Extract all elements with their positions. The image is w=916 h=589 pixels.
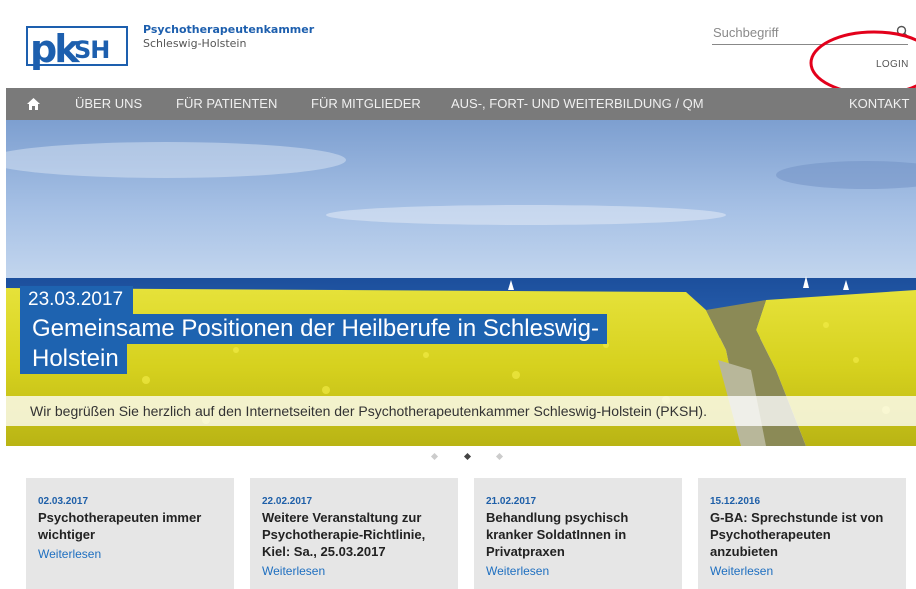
hero-title-text[interactable]: Gemeinsame Positionen der Heilberufe in … bbox=[20, 314, 607, 374]
site-header: pk SH Psychotherapeutenkammer Schleswig-… bbox=[0, 0, 916, 88]
login-link[interactable]: LOGIN bbox=[876, 59, 909, 70]
hero-slider[interactable]: 23.03.2017 Gemeinsame Positionen der Hei… bbox=[6, 120, 916, 446]
pksh-logo[interactable]: pk SH bbox=[26, 22, 128, 70]
read-more-link[interactable]: Weiterlesen bbox=[710, 564, 894, 578]
org-region: Schleswig-Holstein bbox=[143, 37, 247, 50]
news-date: 15.12.2016 bbox=[710, 496, 761, 507]
nav-item-weiterbildung[interactable]: AUS-, FORT- UND WEITERBILDUNG / QM bbox=[451, 88, 704, 120]
hero-caption: Wir begrüßen Sie herzlich auf den Intern… bbox=[6, 396, 916, 426]
svg-text:pk: pk bbox=[30, 27, 80, 70]
news-card: 15.12.2016 G-BA: Sprechstunde ist von Ps… bbox=[698, 478, 906, 589]
news-date: 02.03.2017 bbox=[38, 496, 89, 507]
news-date: 22.02.2017 bbox=[262, 496, 313, 507]
news-title[interactable]: Behandlung psychisch kranker SoldatInnen… bbox=[486, 509, 670, 560]
org-name: Psychotherapeutenkammer bbox=[143, 23, 315, 36]
hero-title[interactable]: Gemeinsame Positionen der Heilberufe in … bbox=[20, 314, 660, 374]
search-box bbox=[712, 22, 910, 45]
home-icon[interactable] bbox=[27, 98, 40, 110]
nav-item-fuer-mitglieder[interactable]: FÜR MITGLIEDER bbox=[311, 88, 421, 120]
svg-text:SH: SH bbox=[74, 36, 109, 64]
news-title[interactable]: G-BA: Sprechstunde ist von Psychotherape… bbox=[710, 509, 894, 560]
news-card: 21.02.2017 Behandlung psychisch kranker … bbox=[474, 478, 682, 589]
main-nav: ÜBER UNS FÜR PATIENTEN FÜR MITGLIEDER AU… bbox=[6, 88, 916, 120]
news-title[interactable]: Weitere Veranstaltung zur Psychotherapie… bbox=[262, 509, 446, 560]
nav-item-fuer-patienten[interactable]: FÜR PATIENTEN bbox=[176, 88, 277, 120]
search-input[interactable] bbox=[712, 22, 883, 42]
news-date: 21.02.2017 bbox=[486, 496, 537, 507]
search-icon[interactable] bbox=[896, 25, 910, 39]
nav-item-kontakt[interactable]: KONTAKT bbox=[849, 88, 909, 120]
read-more-link[interactable]: Weiterlesen bbox=[486, 564, 670, 578]
news-title[interactable]: Psychotherapeuten immer wichtiger bbox=[38, 509, 222, 543]
news-card: 22.02.2017 Weitere Veranstaltung zur Psy… bbox=[250, 478, 458, 589]
slider-dot-3[interactable] bbox=[495, 452, 504, 461]
hero-date: 23.03.2017 bbox=[20, 286, 134, 314]
read-more-link[interactable]: Weiterlesen bbox=[262, 564, 446, 578]
slider-dot-2[interactable] bbox=[463, 452, 472, 461]
read-more-link[interactable]: Weiterlesen bbox=[38, 547, 222, 561]
news-card: 02.03.2017 Psychotherapeuten immer wicht… bbox=[26, 478, 234, 589]
slider-dot-1[interactable] bbox=[430, 452, 439, 461]
slider-dots bbox=[430, 452, 510, 464]
nav-item-ueber-uns[interactable]: ÜBER UNS bbox=[75, 88, 142, 120]
